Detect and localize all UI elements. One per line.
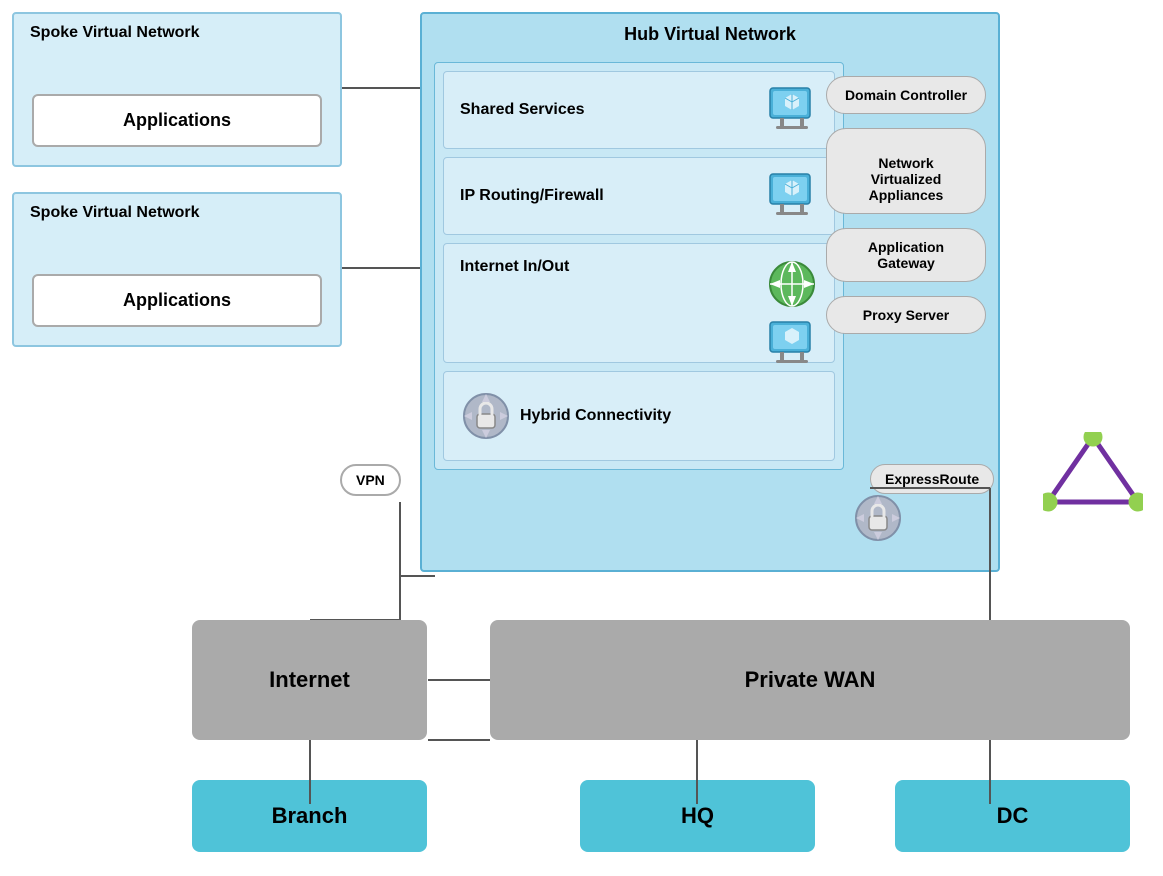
proxy-server-label: Proxy Server <box>863 307 949 323</box>
proxy-server-box: Proxy Server <box>826 296 986 334</box>
private-wan-label: Private WAN <box>745 667 876 693</box>
application-gateway-box: Application Gateway <box>826 228 986 282</box>
hub-title: Hub Virtual Network <box>624 24 796 45</box>
spoke-vnet-2: Spoke Virtual Network Applications <box>12 192 342 347</box>
expressroute-lock-container <box>852 492 904 544</box>
diagram: Spoke Virtual Network Applications Spoke… <box>0 0 1163 876</box>
ip-routing-row: IP Routing/Firewall <box>443 157 835 235</box>
spoke1-app-label: Applications <box>123 110 231 130</box>
domain-controller-box: Domain Controller <box>826 76 986 114</box>
hq-box: HQ <box>580 780 815 852</box>
internet-inout-row: Internet In/Out <box>443 243 835 363</box>
internet-monitor-icon <box>766 318 818 370</box>
shared-services-icon <box>766 84 818 136</box>
domain-controller-label: Domain Controller <box>845 87 967 103</box>
vpn-lock-icon <box>460 390 512 442</box>
internet-label: Internet <box>269 667 350 693</box>
branch-label: Branch <box>272 803 348 829</box>
ip-routing-label: IP Routing/Firewall <box>460 187 766 205</box>
internet-inout-label: Internet In/Out <box>460 258 766 276</box>
hybrid-connectivity-label: Hybrid Connectivity <box>520 407 818 425</box>
vpn-label: VPN <box>340 464 401 496</box>
private-wan-box: Private WAN <box>490 620 1130 740</box>
branch-box: Branch <box>192 780 427 852</box>
expressroute-triangle <box>1043 432 1143 512</box>
hq-label: HQ <box>681 803 714 829</box>
internet-box: Internet <box>192 620 427 740</box>
spoke2-title: Spoke Virtual Network <box>30 204 200 222</box>
dc-box: DC <box>895 780 1130 852</box>
dc-label: DC <box>997 803 1029 829</box>
network-virtualized-box: Network Virtualized Appliances <box>826 128 986 214</box>
expressroute-lock-icon <box>852 492 904 544</box>
spoke1-app-box: Applications <box>32 94 322 147</box>
spoke1-title: Spoke Virtual Network <box>30 24 200 42</box>
shared-services-label: Shared Services <box>460 101 766 119</box>
spoke-vnet-1: Spoke Virtual Network Applications <box>12 12 342 167</box>
hybrid-connectivity-row: Hybrid Connectivity <box>443 371 835 461</box>
shared-services-row: Shared Services <box>443 71 835 149</box>
hub-inner-panel: Shared Services IP Routing/Firewa <box>434 62 844 470</box>
hub-right-labels: Domain Controller Network Virtualized Ap… <box>826 62 986 334</box>
expressroute-label: ExpressRoute <box>870 464 994 494</box>
network-virtualized-label: Network Virtualized Appliances <box>869 155 944 203</box>
spoke2-app-box: Applications <box>32 274 322 327</box>
ip-routing-icon <box>766 170 818 222</box>
application-gateway-label: Application Gateway <box>868 239 944 271</box>
spoke2-app-label: Applications <box>123 290 231 310</box>
globe-icon <box>766 258 818 310</box>
